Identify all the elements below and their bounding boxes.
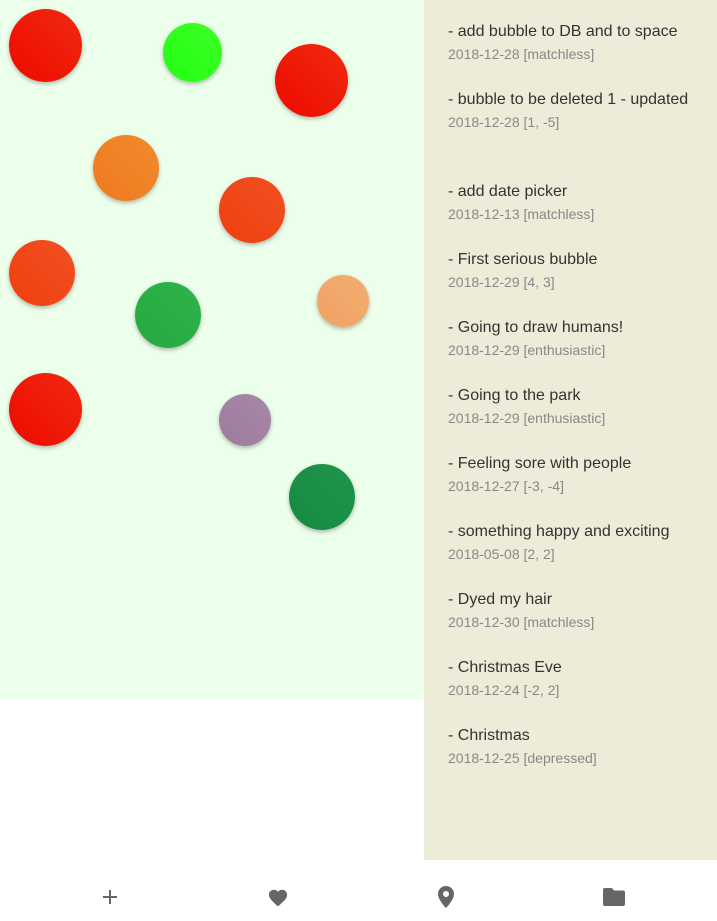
entry-title: - Going to the park xyxy=(448,387,581,404)
entry-title: - Dyed my hair xyxy=(448,591,553,608)
bubble[interactable] xyxy=(275,44,348,117)
bubble[interactable] xyxy=(93,135,159,201)
bubble-canvas[interactable] xyxy=(0,0,424,700)
list-item[interactable]: - add date picker 2018-12-13 [matchless] xyxy=(448,180,698,224)
entry-title: - First serious bubble xyxy=(448,251,598,268)
bubble[interactable] xyxy=(317,275,369,327)
entry-meta: 2018-12-13 [matchless] xyxy=(448,206,595,222)
list-item[interactable]: - Christmas 2018-12-25 [depressed] xyxy=(448,724,698,768)
bubble[interactable] xyxy=(9,9,82,82)
entry-meta: 2018-12-24 [-2, 2] xyxy=(448,682,560,698)
list-item[interactable]: - add bubble to DB and to space 2018-12-… xyxy=(448,20,698,64)
bottom-nav xyxy=(0,860,717,921)
bubble[interactable] xyxy=(9,373,82,446)
entry-title: - something happy and exciting xyxy=(448,523,670,540)
entry-meta: 2018-12-29 [enthusiastic] xyxy=(448,410,606,426)
bubble[interactable] xyxy=(219,177,285,243)
list-item[interactable]: - Going to the park 2018-12-29 [enthusia… xyxy=(448,384,698,428)
list-item[interactable]: - Dyed my hair 2018-12-30 [matchless] xyxy=(448,588,698,632)
favorites-button[interactable] xyxy=(258,882,298,912)
entry-title: - bubble to be deleted 1 - updated xyxy=(448,91,689,108)
entry-meta: 2018-12-29 [enthusiastic] xyxy=(448,342,606,358)
entry-title: - Feeling sore with people xyxy=(448,455,632,472)
list-item[interactable]: - Christmas Eve 2018-12-24 [-2, 2] xyxy=(448,656,698,700)
bubble[interactable] xyxy=(289,464,355,530)
entry-meta: 2018-12-27 [-3, -4] xyxy=(448,478,564,494)
folder-button[interactable] xyxy=(594,882,634,912)
location-button[interactable] xyxy=(426,882,466,912)
bubble[interactable] xyxy=(9,240,75,306)
bubble[interactable] xyxy=(135,282,201,348)
folder-icon xyxy=(603,888,625,906)
entry-title: - add date picker xyxy=(448,183,568,200)
list-item[interactable]: - First serious bubble 2018-12-29 [4, 3] xyxy=(448,248,698,292)
list-item[interactable]: - Feeling sore with people 2018-12-27 [-… xyxy=(448,452,698,496)
entry-title: - Going to draw humans! xyxy=(448,319,624,336)
entry-title: - add bubble to DB and to space xyxy=(448,23,678,40)
bubble-list-panel[interactable]: - add bubble to DB and to space 2018-12-… xyxy=(424,0,717,860)
location-pin-icon xyxy=(438,886,454,908)
entry-title: - Christmas xyxy=(448,727,530,744)
list-item[interactable]: - bubble to be deleted 1 - updated 2018-… xyxy=(448,88,698,132)
entry-meta: 2018-12-30 [matchless] xyxy=(448,614,595,630)
list-item[interactable]: - Going to draw humans! 2018-12-29 [enth… xyxy=(448,316,698,360)
entry-meta: 2018-12-25 [depressed] xyxy=(448,750,597,766)
entry-meta: 2018-12-28 [1, -5] xyxy=(448,114,560,130)
entry-meta: 2018-05-08 [2, 2] xyxy=(448,546,555,562)
list-item[interactable]: - something happy and exciting 2018-05-0… xyxy=(448,520,698,564)
entry-meta: 2018-12-29 [4, 3] xyxy=(448,274,555,290)
add-button[interactable] xyxy=(90,882,130,912)
entry-title: - Christmas Eve xyxy=(448,659,562,676)
entry-meta: 2018-12-28 [matchless] xyxy=(448,46,595,62)
bubble[interactable] xyxy=(163,23,222,82)
bubble[interactable] xyxy=(219,394,271,446)
heart-icon xyxy=(268,889,288,907)
plus-icon xyxy=(103,890,117,904)
